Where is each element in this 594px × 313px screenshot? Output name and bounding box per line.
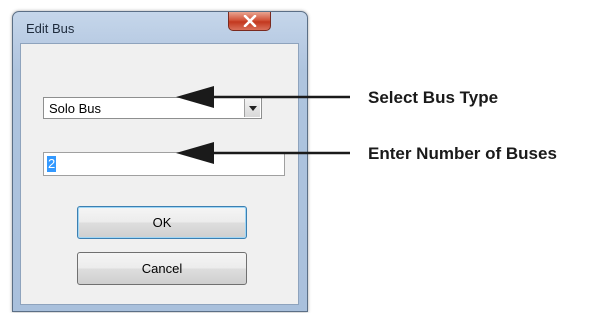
window-title: Edit Bus — [26, 21, 75, 36]
chevron-down-icon — [249, 106, 257, 111]
close-button[interactable] — [228, 12, 271, 31]
callout-enter-number: Enter Number of Buses — [368, 144, 557, 163]
cancel-button[interactable]: Cancel — [77, 252, 247, 285]
title-bar[interactable]: Edit Bus — [13, 12, 307, 44]
bus-type-dropdown[interactable]: Solo Bus — [43, 97, 262, 119]
bus-count-input[interactable]: 2 — [43, 152, 285, 176]
ok-button[interactable]: OK — [77, 206, 247, 239]
callout-select-bus-type: Select Bus Type — [368, 88, 499, 107]
close-icon — [243, 15, 257, 27]
bus-count-value: 2 — [47, 156, 57, 172]
bus-type-value: Solo Bus — [49, 101, 102, 116]
edit-bus-dialog: Edit Bus Solo Bus 2 OK Cancel — [12, 11, 308, 312]
dropdown-arrow-button[interactable] — [244, 99, 260, 117]
dialog-client-area: Solo Bus 2 OK Cancel — [20, 43, 299, 305]
